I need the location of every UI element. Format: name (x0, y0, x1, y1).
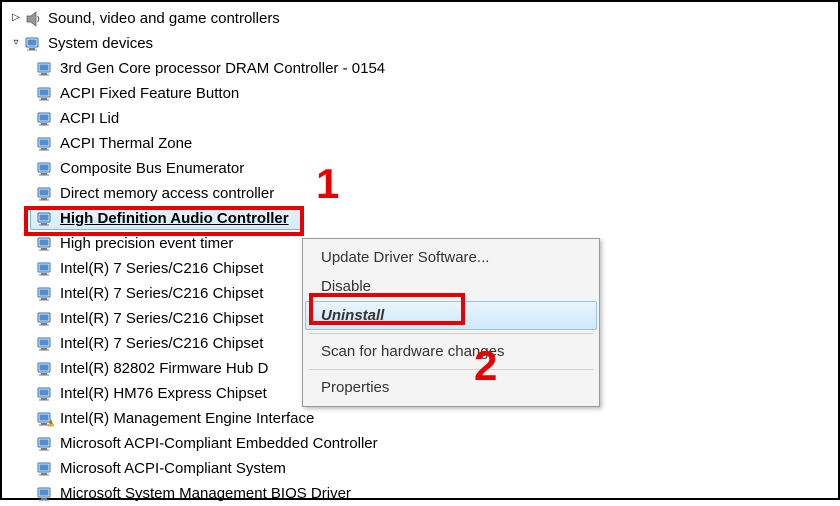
monitor-icon (36, 285, 54, 303)
device-item[interactable]: Microsoft ACPI-Compliant System (8, 456, 838, 481)
monitor-icon (36, 85, 54, 103)
device-label: Microsoft ACPI-Compliant System (60, 460, 286, 477)
monitor-icon (36, 460, 54, 478)
monitor-icon (36, 210, 54, 228)
device-label: Composite Bus Enumerator (60, 160, 244, 177)
device-label: High Definition Audio Controller (60, 210, 289, 227)
device-item[interactable]: Intel(R) Management Engine Interface (8, 406, 838, 431)
device-label: Intel(R) 7 Series/C216 Chipset (60, 335, 263, 352)
device-item[interactable]: Direct memory access controller (8, 181, 838, 206)
device-item[interactable]: Microsoft ACPI-Compliant Embedded Contro… (8, 431, 838, 456)
category-sound[interactable]: ▷ Sound, video and game controllers (8, 6, 838, 31)
device-item[interactable]: 3rd Gen Core processor DRAM Controller -… (8, 56, 838, 81)
menu-item-scan-for-hardware-changes[interactable]: Scan for hardware changes (305, 337, 597, 366)
device-label: Intel(R) HM76 Express Chipset (60, 385, 267, 402)
monitor-icon (36, 335, 54, 353)
menu-separator (309, 369, 593, 370)
device-label: 3rd Gen Core processor DRAM Controller -… (60, 60, 385, 77)
monitor-icon (36, 185, 54, 203)
device-label: Microsoft System Management BIOS Driver (60, 485, 351, 502)
device-label: Intel(R) Management Engine Interface (60, 410, 314, 427)
expand-arrow-icon[interactable]: ▷ (10, 12, 22, 24)
monitor-icon (36, 435, 54, 453)
category-system-devices[interactable]: ▿ System devices (8, 31, 838, 56)
device-label: Intel(R) 82802 Firmware Hub D (60, 360, 268, 377)
device-item[interactable]: High Definition Audio Controller (8, 206, 838, 231)
collapse-arrow-icon[interactable]: ▿ (10, 37, 22, 49)
monitor-icon (36, 385, 54, 403)
device-label: Intel(R) 7 Series/C216 Chipset (60, 310, 263, 327)
device-label: Intel(R) 7 Series/C216 Chipset (60, 285, 263, 302)
computer-icon (24, 35, 42, 53)
device-label: ACPI Fixed Feature Button (60, 85, 239, 102)
annotation-number-2: 2 (474, 342, 497, 390)
monitor-icon (36, 60, 54, 78)
speaker-icon (24, 10, 42, 28)
monitor-icon (36, 110, 54, 128)
annotation-number-1: 1 (316, 160, 339, 208)
context-menu: Update Driver Software...DisableUninstal… (302, 238, 600, 407)
device-label: Direct memory access controller (60, 185, 274, 202)
device-label: ACPI Lid (60, 110, 119, 127)
monitor-icon (36, 235, 54, 253)
device-label: ACPI Thermal Zone (60, 135, 192, 152)
monitor-icon (36, 160, 54, 178)
device-label: Intel(R) 7 Series/C216 Chipset (60, 260, 263, 277)
monitor-icon (36, 310, 54, 328)
menu-item-disable[interactable]: Disable (305, 272, 597, 301)
device-item[interactable]: ACPI Lid (8, 106, 838, 131)
monitor-icon (36, 360, 54, 378)
category-label: System devices (48, 35, 153, 52)
menu-separator (309, 333, 593, 334)
monitor-icon (36, 135, 54, 153)
device-label: Microsoft ACPI-Compliant Embedded Contro… (60, 435, 378, 452)
monitor-icon (36, 260, 54, 278)
device-item[interactable]: ACPI Thermal Zone (8, 131, 838, 156)
device-item[interactable]: ACPI Fixed Feature Button (8, 81, 838, 106)
menu-item-update-driver-software[interactable]: Update Driver Software... (305, 243, 597, 272)
menu-item-properties[interactable]: Properties (305, 373, 597, 402)
device-item[interactable]: Composite Bus Enumerator (8, 156, 838, 181)
device-item[interactable]: Microsoft System Management BIOS Driver (8, 481, 838, 506)
monitor-warning-icon (36, 410, 54, 428)
device-label: High precision event timer (60, 235, 233, 252)
menu-item-uninstall[interactable]: Uninstall (305, 301, 597, 330)
category-label: Sound, video and game controllers (48, 10, 280, 27)
